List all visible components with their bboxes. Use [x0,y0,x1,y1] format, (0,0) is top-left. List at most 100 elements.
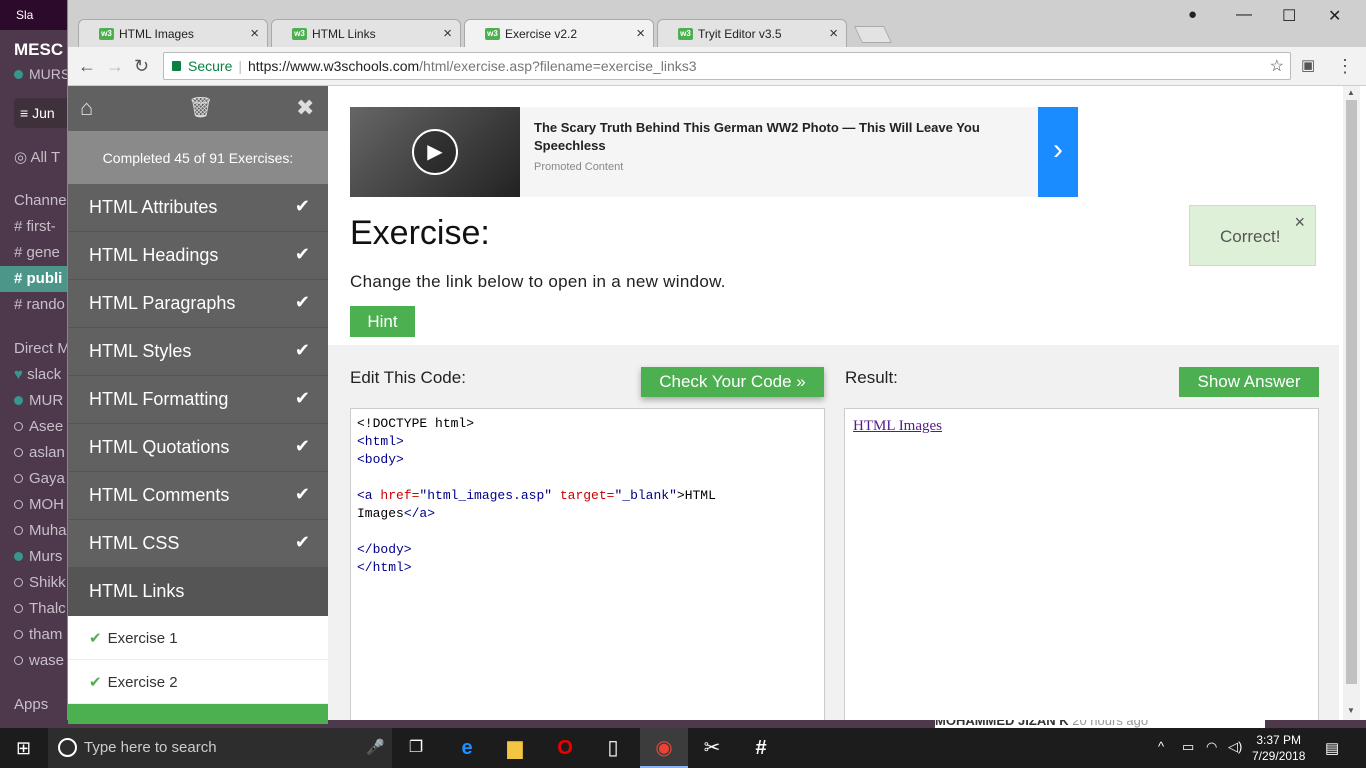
check-icon: ✔ [294,196,310,216]
chrome-icon[interactable]: ◉ [652,736,676,760]
battery-icon[interactable]: ▭ [1182,739,1194,755]
wifi-icon[interactable]: ◠ [1206,739,1217,755]
home-icon[interactable]: ⌂ [80,95,93,121]
close-window-icon[interactable]: ✕ [1328,6,1341,26]
tab-html-images[interactable]: w3 HTML Images × [78,19,268,48]
slack-dm-item[interactable]: Muha [14,522,67,539]
menu-icon[interactable]: ⋮ [1336,56,1354,77]
scroll-thumb[interactable] [1346,100,1357,684]
tab-exercise[interactable]: w3 Exercise v2.2 × [464,19,654,48]
w3schools-favicon-icon: w3 [99,28,114,40]
slack-dm-item[interactable]: Asee [14,418,63,435]
slack-team-name[interactable]: MESC [14,40,63,60]
new-tab-button[interactable] [854,26,892,43]
sidebar-item-comments[interactable]: HTML Comments ✔ [68,472,328,520]
bookmark-star-icon[interactable]: ☆ [1270,56,1284,76]
close-icon[interactable]: × [250,25,259,42]
slack-apps-heading[interactable]: Apps [14,696,48,713]
minimize-icon[interactable]: — [1236,6,1252,24]
chevron-up-icon[interactable]: ^ [1158,739,1164,754]
code-editor[interactable]: <!DOCTYPE html> <html> <body> <a href="h… [350,408,825,720]
slack-all-threads[interactable]: ◎ All T [14,148,60,166]
sidebar-item-label: HTML Headings [89,245,219,265]
notifications-icon[interactable]: ▤ [1325,739,1339,757]
slack-dm-heading[interactable]: Direct M [14,340,70,357]
document-icon[interactable]: ▯ [601,736,625,760]
taskbar-search[interactable]: Type here to search 🎤 [48,728,392,768]
slack-channel-item[interactable]: # rando [14,296,65,313]
tab-tryit-editor[interactable]: w3 Tryit Editor v3.5 × [657,19,847,48]
slack-channel-label: publi [26,270,63,287]
chevron-right-icon[interactable]: › [1038,107,1078,197]
w3schools-favicon-icon: w3 [485,28,500,40]
slack-dm-item[interactable]: aslan [14,444,65,461]
sidebar-item-formatting[interactable]: HTML Formatting ✔ [68,376,328,424]
close-icon[interactable]: × [829,25,838,42]
microphone-icon[interactable]: 🎤 [366,738,385,756]
tab-label: HTML Images [119,27,194,41]
check-icon: ✔ [294,292,310,312]
result-link[interactable]: HTML Images [853,418,942,434]
slack-icon[interactable]: # [749,736,773,760]
secure-label: Secure [188,58,233,74]
close-icon[interactable]: × [443,25,452,42]
slack-channel-item[interactable]: # first- [14,218,56,235]
sidebar-item-quotations[interactable]: HTML Quotations ✔ [68,424,328,472]
edge-icon[interactable]: e [455,736,479,760]
close-icon[interactable]: ✖ [296,95,314,121]
sidebar-exercise-item[interactable]: ✔ Exercise 1 [68,616,328,660]
slack-dm-item[interactable]: MUR [14,392,63,409]
forward-icon[interactable]: → [106,56,124,77]
trash-icon[interactable]: 🗑 [188,95,213,120]
tab-html-links[interactable]: w3 HTML Links × [271,19,461,48]
opera-icon[interactable]: O [553,736,577,760]
show-answer-button[interactable]: Show Answer [1179,367,1319,397]
back-icon[interactable]: ← [78,56,96,77]
slack-channel-item[interactable]: # gene [14,244,60,261]
sidebar-item-css[interactable]: HTML CSS ✔ [68,520,328,568]
sidebar-item-paragraphs[interactable]: HTML Paragraphs ✔ [68,280,328,328]
windows-start-icon[interactable]: ⊞ [16,738,31,759]
hint-button[interactable]: Hint [350,306,415,337]
slack-channels-heading[interactable]: Channe [14,192,67,209]
tools-icon[interactable]: ✂ [700,736,724,760]
profile-icon[interactable]: ● [1188,6,1197,23]
slack-dm-item[interactable]: tham [14,626,62,643]
sidebar-item-styles[interactable]: HTML Styles ✔ [68,328,328,376]
reload-icon[interactable]: ↻ [134,56,149,77]
slack-dm-item[interactable]: Shikk [14,574,66,591]
taskbar-clock[interactable]: 3:37 PM 7/29/2018 [1252,732,1305,764]
slack-channel-label: rando [26,296,65,313]
sidebar-current-exercise-bar[interactable] [68,704,328,724]
check-code-button[interactable]: Check Your Code » [641,367,824,397]
file-explorer-icon[interactable]: ▆ [503,736,527,760]
extension-icon[interactable]: ▣ [1301,56,1315,74]
tab-label: Exercise v2.2 [505,27,578,41]
slack-channel-item[interactable]: # publi [0,266,70,292]
sidebar-item-attributes[interactable]: HTML Attributes ✔ [68,184,328,232]
scroll-down-icon[interactable]: ▼ [1347,706,1355,715]
slack-jump-button[interactable]: ≡ Jun [14,98,74,128]
ad-title[interactable]: The Scary Truth Behind This German WW2 P… [534,119,1034,155]
exercise-instruction: Change the link below to open in a new w… [350,272,726,291]
maximize-icon[interactable]: ☐ [1282,6,1296,26]
code-line: <body> [357,452,404,467]
slack-dm-item[interactable]: Thalc [14,600,66,617]
slack-dm-item[interactable]: wase [14,652,64,669]
slack-dm-item[interactable]: MOH [14,496,64,513]
slack-dm-item[interactable]: Murs [14,548,62,565]
page-scrollbar[interactable]: ▲ ▼ [1343,86,1360,720]
slack-dm-item[interactable]: ♥ slack [14,366,61,383]
close-icon[interactable]: × [1294,212,1305,233]
sidebar-item-headings[interactable]: HTML Headings ✔ [68,232,328,280]
sidebar-item-links[interactable]: HTML Links [68,568,328,616]
scroll-up-icon[interactable]: ▲ [1347,88,1355,97]
ad-banner[interactable]: ▶ The Scary Truth Behind This German WW2… [350,107,1078,197]
task-view-icon[interactable]: ❐ [404,736,428,760]
slack-dm-item[interactable]: Gaya [14,470,65,487]
progress-text: Completed 45 of 91 Exercises: [68,131,328,184]
sidebar-exercise-item[interactable]: ✔ Exercise 2 [68,660,328,704]
close-icon[interactable]: × [636,25,645,42]
address-bar[interactable]: Secure | https://www.w3schools.com/html/ex… [163,52,1291,80]
volume-icon[interactable]: ◁) [1228,739,1242,755]
